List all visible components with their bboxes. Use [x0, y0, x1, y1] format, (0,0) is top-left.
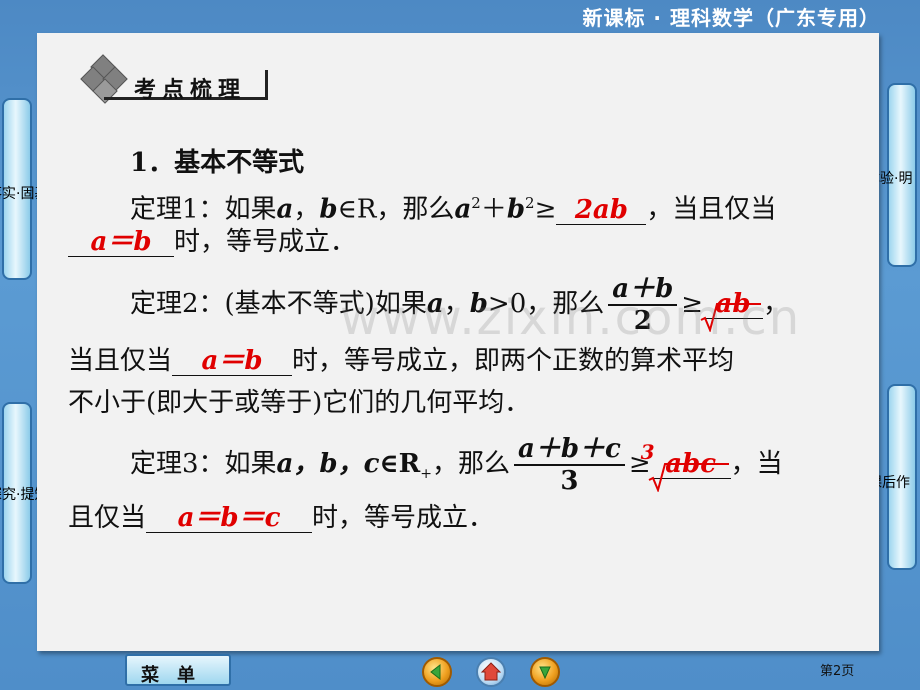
theorem1-line2: a＝b 时，等号成立．: [68, 226, 356, 258]
course-header: 新课标 · 理科数学（广东专用）: [582, 6, 880, 30]
heading-text: 1．基本不等式: [130, 148, 305, 178]
cube-root-icon: [648, 463, 729, 492]
menu-label: 菜 单: [141, 665, 195, 686]
theorem3-line1: 定理3：如果a，b，c∈R+，那么 a＋b＋c 3 ≥3 abc ，当: [130, 432, 783, 506]
exponent: 2: [471, 194, 481, 212]
theorem3-line2-prefix: 且仅当: [68, 503, 147, 533]
answer-blank: a＝b: [172, 346, 293, 376]
answer-blank: 3 abc: [641, 442, 731, 492]
answer-a-eq-b: a＝b: [201, 346, 263, 376]
answer-blank: a＝b: [68, 228, 174, 257]
theorem3-prefix: 定理3：如果: [130, 449, 277, 479]
root-index: 3: [640, 440, 655, 464]
comma: ，: [293, 194, 320, 225]
theorem2-line2-suffix: 时，等号成立，即两个正数的算术平均: [292, 346, 735, 376]
subscript-plus: +: [420, 466, 432, 483]
theorem2-line3: 不小于(即大于或等于)它们的几何平均．: [68, 387, 530, 419]
theorem2-line2-prefix: 当且仅当: [68, 346, 173, 376]
var-a-squared: a: [454, 194, 472, 225]
geq-sign: ≥: [534, 194, 557, 225]
theorem1-condition: ∈R，那么: [337, 194, 455, 225]
set-R: ∈R: [379, 449, 421, 479]
home-icon[interactable]: [476, 657, 506, 687]
fraction-numerator: a＋b＋c: [514, 434, 625, 466]
fraction-abc-over-3: a＋b＋c 3: [514, 434, 625, 496]
watermark: www.zixin.com.cn: [340, 290, 802, 346]
section-title-badge: 考点梳理: [80, 54, 272, 104]
section-title: 考点梳理: [134, 78, 247, 103]
answer-a-eq-b: a＝b: [90, 227, 152, 257]
theorem1-prefix: 定理1：如果: [130, 194, 277, 225]
vars-abc: a，b，c: [276, 449, 380, 479]
theorem2-line2: 当且仅当 a＝b 时，等号成立，即两个正数的算术平均: [68, 345, 734, 377]
next-arrow-icon[interactable]: [530, 657, 560, 687]
prev-arrow-icon[interactable]: [422, 657, 452, 687]
answer-blank: 2ab: [556, 194, 647, 225]
answer-a-eq-b-eq-c: a＝b＝c: [177, 503, 281, 533]
plus-sign: ＋: [480, 194, 507, 225]
content-heading: 1．基本不等式: [130, 147, 304, 179]
theorem3-suffix: ，当: [730, 449, 783, 479]
var-b-squared: b: [506, 194, 526, 225]
theorem1-suffix2: 时，等号成立．: [174, 227, 357, 257]
theorem3-line2: 且仅当 a＝b＝c 时，等号成立．: [68, 502, 494, 534]
theorem3-then: ，那么: [432, 449, 511, 479]
menu-button[interactable]: 菜 单: [125, 654, 231, 686]
answer-2ab: 2ab: [574, 194, 628, 225]
exponent: 2: [525, 194, 535, 212]
theorem2-line3-text: 不小于(即大于或等于)它们的几何平均．: [68, 388, 531, 418]
theorem1-suffix: ，当且仅当: [646, 194, 777, 225]
theorem1-line1: 定理1：如果a，b∈R，那么a2＋b2≥ 2ab ，当且仅当: [130, 187, 776, 226]
var-b: b: [319, 194, 338, 225]
fraction-denominator: 3: [560, 466, 579, 496]
var-a: a: [276, 194, 294, 225]
theorem3-line2-suffix: 时，等号成立．: [312, 503, 495, 533]
answer-blank: a＝b＝c: [146, 503, 313, 533]
page-number: 第2页: [820, 664, 855, 679]
